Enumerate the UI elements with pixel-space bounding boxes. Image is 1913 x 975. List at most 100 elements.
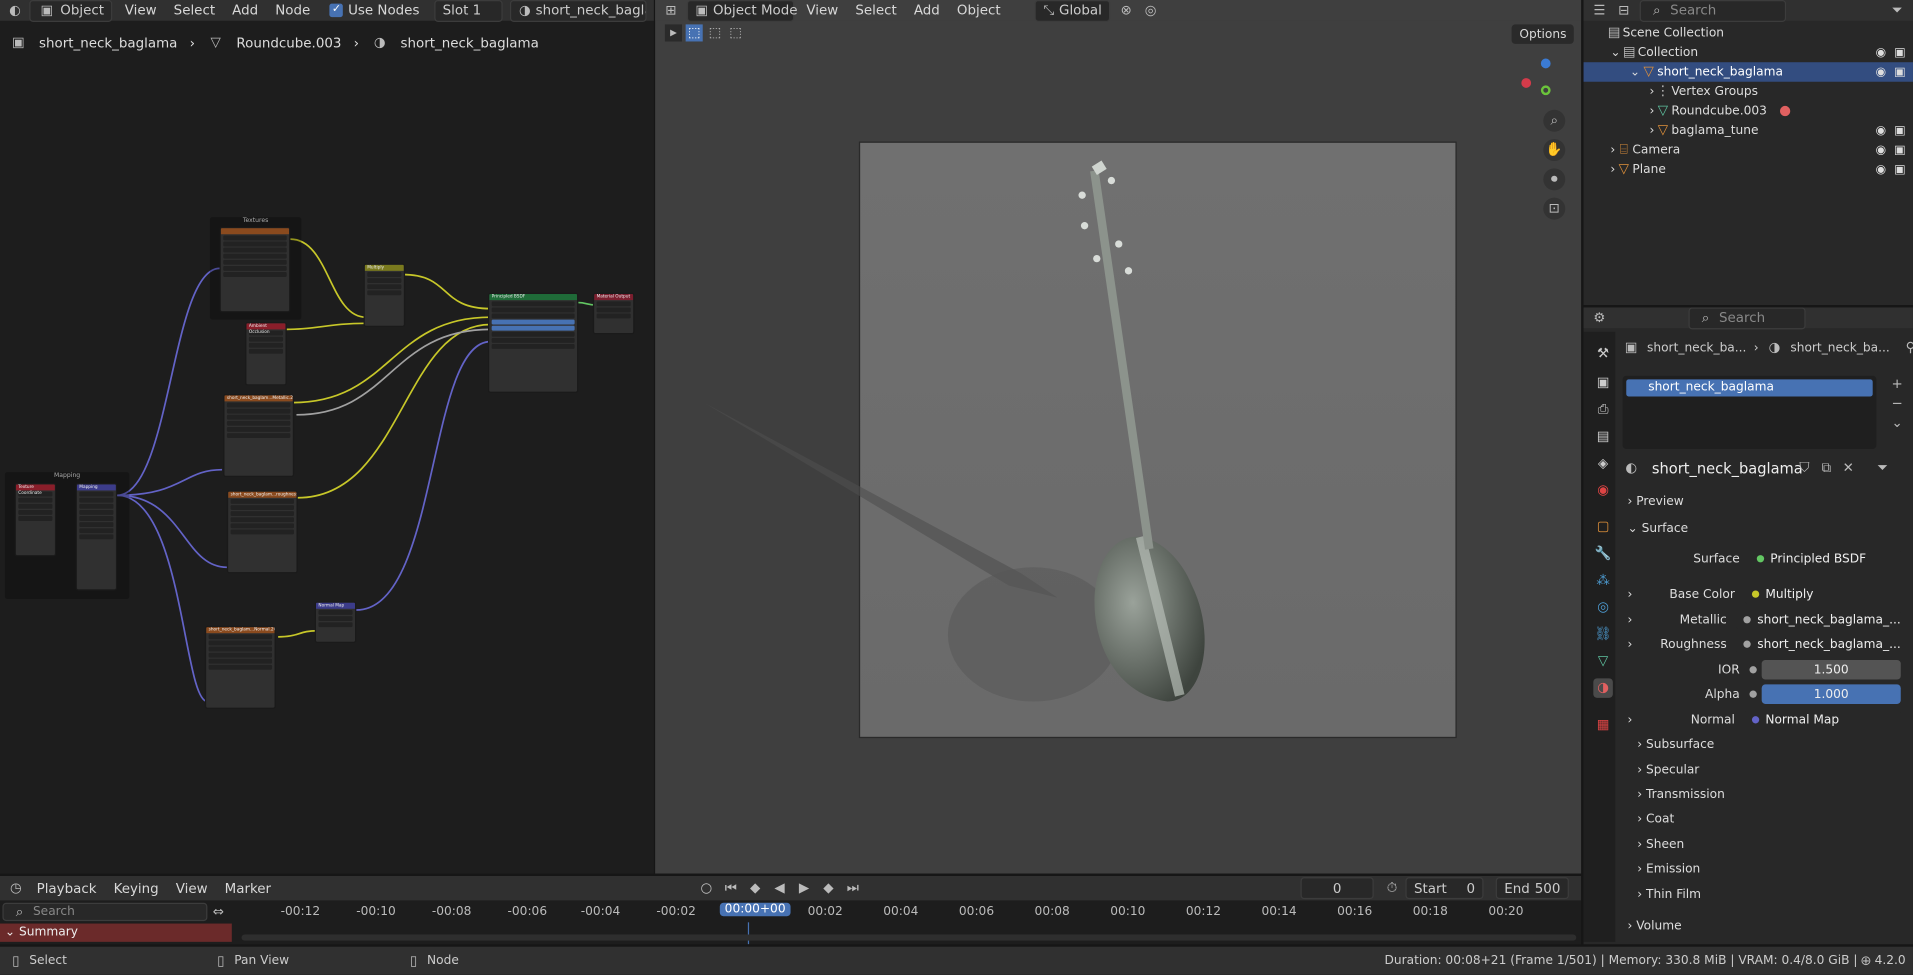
timeline-search[interactable]: ⌕ Search [2,902,208,922]
specular-panel[interactable]: › Specular [1637,764,1699,777]
mapping-node[interactable]: Mapping [75,483,118,591]
data-tab-icon[interactable]: ▽ [1593,651,1613,671]
metallic-texture-node[interactable]: short_neck_baglam...Metallic.2001.png [223,394,295,478]
view-layer-tab-icon[interactable]: ▤ [1593,427,1613,447]
outliner-search[interactable]: ⌕ Search [1639,0,1787,22]
timeline-scrollbar[interactable] [241,934,1577,941]
pin-icon[interactable]: ⚲ [1902,339,1913,356]
fake-user-icon[interactable]: ⛉ [1796,460,1813,477]
outliner-item-scene-collection[interactable]: ▤ Scene Collection [1584,23,1913,43]
sheen-panel[interactable]: › Sheen [1637,838,1684,851]
gizmo-z-icon[interactable] [1540,58,1551,69]
surface-panel[interactable]: ⌄ Surface [1627,522,1688,535]
surface-field[interactable]: Surface Principled BSDF [1627,548,1901,570]
material-tab-icon[interactable]: ◑ [1593,678,1613,698]
render-camera-icon[interactable]: ▣ [1894,65,1906,78]
coat-panel[interactable]: › Coat [1637,813,1674,826]
material-output-node[interactable]: Material Output [592,292,635,335]
texture-coordinate-node[interactable]: Texture Coordinate [14,483,57,557]
pan-hand-icon[interactable]: ✋ [1543,139,1566,162]
filter-icon[interactable]: ⏷ [1889,2,1906,19]
eye-icon[interactable]: ◉ [1875,46,1886,59]
start-frame-field[interactable]: Start 0 [1405,877,1484,900]
prev-key-icon[interactable]: ◆ [747,880,764,897]
navigation-gizmo[interactable] [1521,58,1570,108]
lock-icon[interactable]: ⊡ [1543,197,1566,220]
unlink-icon[interactable]: ✕ [1840,460,1857,477]
outliner-item-camera[interactable]: › ⌸ Camera ◉ ▣ [1584,140,1913,160]
menu-keying[interactable]: Keying [109,880,164,896]
eye-icon[interactable]: ◉ [1875,143,1886,156]
emission-panel[interactable]: › Emission [1637,863,1700,876]
material-name-field[interactable]: short_neck_baglama [1644,458,1803,479]
outliner-item-collection[interactable]: ⌄ ▤ Collection ◉ ▣ [1584,43,1913,63]
constraints-tab-icon[interactable]: ⛓ [1593,625,1613,645]
eye-icon[interactable]: ◉ [1875,163,1886,176]
outliner-item-short-neck-baglama[interactable]: ⌄ ▽ short_neck_baglama ◉ ▣ [1583,62,1913,82]
roughness-texture-node[interactable]: short_neck_baglam...roughness.2001.png [226,490,298,574]
stopwatch-icon[interactable]: ⏱ [1383,880,1400,897]
transmission-panel[interactable]: › Transmission [1637,788,1725,801]
object-tab-icon[interactable]: ▢ [1593,517,1613,537]
ambient-occlusion-node[interactable]: Ambient Occlusion [245,322,287,386]
outliner-item-plane[interactable]: › ▽ Plane ◉ ▣ [1584,160,1913,180]
properties-search[interactable]: ⌕ Search [1688,307,1806,329]
multiply-node[interactable]: Multiply [363,263,406,327]
render-camera-icon[interactable]: ▣ [1894,163,1906,176]
current-time-indicator[interactable]: 00:00+00 [719,902,791,917]
material-selector[interactable]: ◐ short_neck_baglama ⛉ ⧉ ✕ ⏷ [1623,458,1906,479]
normal-texture-node[interactable]: short_neck_baglam...Normal.2001.png [204,625,276,709]
material-slot[interactable]: short_neck_baglama [1626,379,1873,397]
alpha-field[interactable]: Alpha 1.000 [1627,683,1901,705]
principled-bsdf-node[interactable]: Principled BSDF [488,292,579,393]
current-frame-field[interactable]: 0 [1300,877,1374,900]
eye-icon[interactable]: ◉ [1875,124,1886,137]
display-mode-icon[interactable]: ⊟ [1615,2,1632,19]
menu-view[interactable]: View [171,880,213,896]
3d-viewport[interactable]: ⊞ ▣ Object Mode View Select Add Object ⤡ G… [655,0,1582,874]
chevron-down-icon[interactable]: ⌄ [1630,65,1640,78]
play-reverse-icon[interactable]: ◀ [771,880,788,897]
add-slot-icon[interactable]: + [1889,376,1906,393]
world-tab-icon[interactable]: ◉ [1593,481,1613,501]
material-slot-list[interactable]: short_neck_baglama [1622,375,1877,449]
base-color-texture-node[interactable] [219,226,291,313]
summary-channel[interactable]: ⌄ Summary [0,923,232,942]
end-frame-field[interactable]: End 500 [1495,877,1569,900]
gizmo-y-icon[interactable] [1540,85,1551,96]
modifier-tab-icon[interactable]: 🔧 [1593,544,1613,564]
ior-field[interactable]: IOR 1.500 [1627,659,1901,681]
material-browse-icon[interactable]: ◐ [1623,460,1640,477]
metallic-field[interactable]: › Metallic short_neck_baglama_... [1627,609,1901,631]
render-camera-icon[interactable]: ▣ [1894,124,1906,137]
editor-type-icon[interactable]: ⚙ [1591,309,1608,326]
eye-icon[interactable]: ◉ [1875,65,1886,78]
editor-type-icon[interactable]: ◷ [7,880,24,897]
duplicate-icon[interactable]: ⧉ [1818,460,1835,477]
normal-map-node[interactable]: Normal Map [314,601,357,643]
output-tab-icon[interactable]: ⎙ [1593,400,1613,420]
play-icon[interactable]: ▶ [795,880,812,897]
subsurface-panel[interactable]: › Subsurface [1637,738,1714,751]
preview-panel[interactable]: › Preview [1627,495,1683,508]
outliner-item-baglama-tune[interactable]: › ▽ baglama_tune ◉ ▣ [1584,121,1913,141]
roughness-field[interactable]: › Roughness short_neck_baglama_... [1627,633,1901,655]
particles-tab-icon[interactable]: ⁂ [1593,571,1613,591]
base-color-field[interactable]: › Base Color Multiply [1627,583,1901,605]
outliner-item-vertex-groups[interactable]: › ⋮ Vertex Groups [1584,82,1913,102]
menu-marker[interactable]: Marker [220,880,276,896]
time-ruler[interactable]: -00:12 -00:10 -00:08 -00:06 -00:04 -00:0… [234,900,1581,924]
keying-icon[interactable]: ○ [698,880,715,897]
swap-icon[interactable]: ⇔ [210,904,227,921]
texture-tab-icon[interactable]: ▦ [1593,715,1613,735]
volume-panel[interactable]: › Volume [1627,920,1681,933]
zoom-icon[interactable]: ⌕ [1543,109,1566,132]
scene-tab-icon[interactable]: ◈ [1593,454,1613,474]
render-camera-icon[interactable]: ▣ [1894,46,1906,59]
physics-tab-icon[interactable]: ◎ [1593,598,1613,618]
editor-type-icon[interactable]: ☰ [1591,2,1608,19]
remove-slot-icon[interactable]: − [1889,395,1906,412]
jump-end-icon[interactable]: ⏭ [844,880,861,897]
render-camera-icon[interactable]: ▣ [1894,143,1906,156]
link-icon[interactable]: ⏷ [1874,460,1891,477]
